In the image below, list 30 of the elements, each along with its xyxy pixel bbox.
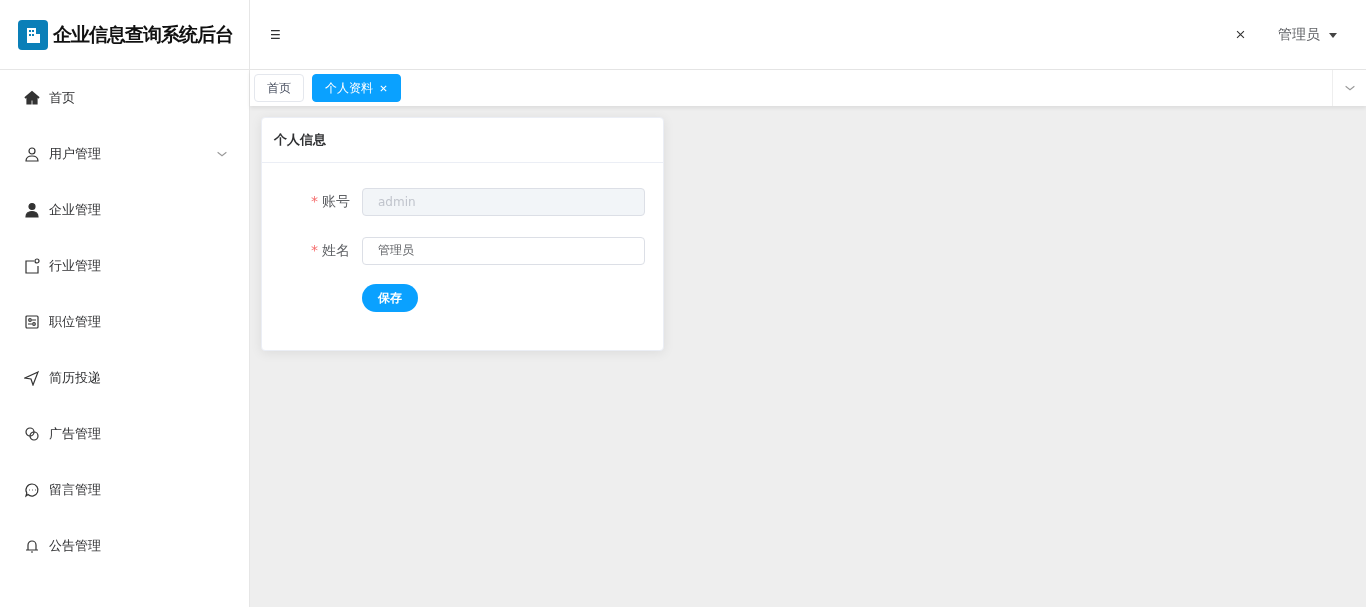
slider-icon xyxy=(24,314,40,330)
card-title: 个人信息 xyxy=(262,118,663,163)
sidebar-item[interactable]: 广告管理 xyxy=(0,406,249,462)
close-icon xyxy=(379,83,388,93)
sidebar-item[interactable]: 行业管理 xyxy=(0,238,249,294)
send-icon xyxy=(24,370,40,386)
sidebar-item[interactable]: 用户管理 xyxy=(0,126,249,182)
link-icon xyxy=(24,426,40,442)
sidebar-item[interactable]: 职位管理 xyxy=(0,294,249,350)
field-label: 姓名 xyxy=(322,242,350,258)
menu-toggle-icon[interactable]: ☰ xyxy=(270,25,281,44)
input-field[interactable]: 管理员 xyxy=(362,236,645,265)
sidebar-item[interactable]: 企业管理 xyxy=(0,182,249,238)
document-icon xyxy=(24,258,40,274)
required-mark: * xyxy=(311,242,318,258)
sidebar-item[interactable]: 首页 xyxy=(0,70,249,126)
tab[interactable]: 首页 xyxy=(254,74,304,102)
user-icon xyxy=(24,146,40,162)
sidebar-item[interactable]: 公告管理 xyxy=(0,518,249,574)
required-mark: * xyxy=(311,193,318,209)
field-label: 账号 xyxy=(322,193,350,209)
bell-icon xyxy=(24,538,40,554)
sidebar-item[interactable]: 留言管理 xyxy=(0,462,249,518)
home-icon xyxy=(24,90,40,106)
building-icon xyxy=(18,19,48,50)
app-title: 企业信息查询系统后台 xyxy=(53,22,233,48)
user-icon xyxy=(24,202,40,218)
sidebar-item[interactable]: 简历投递 xyxy=(0,350,249,406)
chat-icon xyxy=(24,482,40,498)
user-menu[interactable]: 管理员 xyxy=(1270,20,1346,49)
